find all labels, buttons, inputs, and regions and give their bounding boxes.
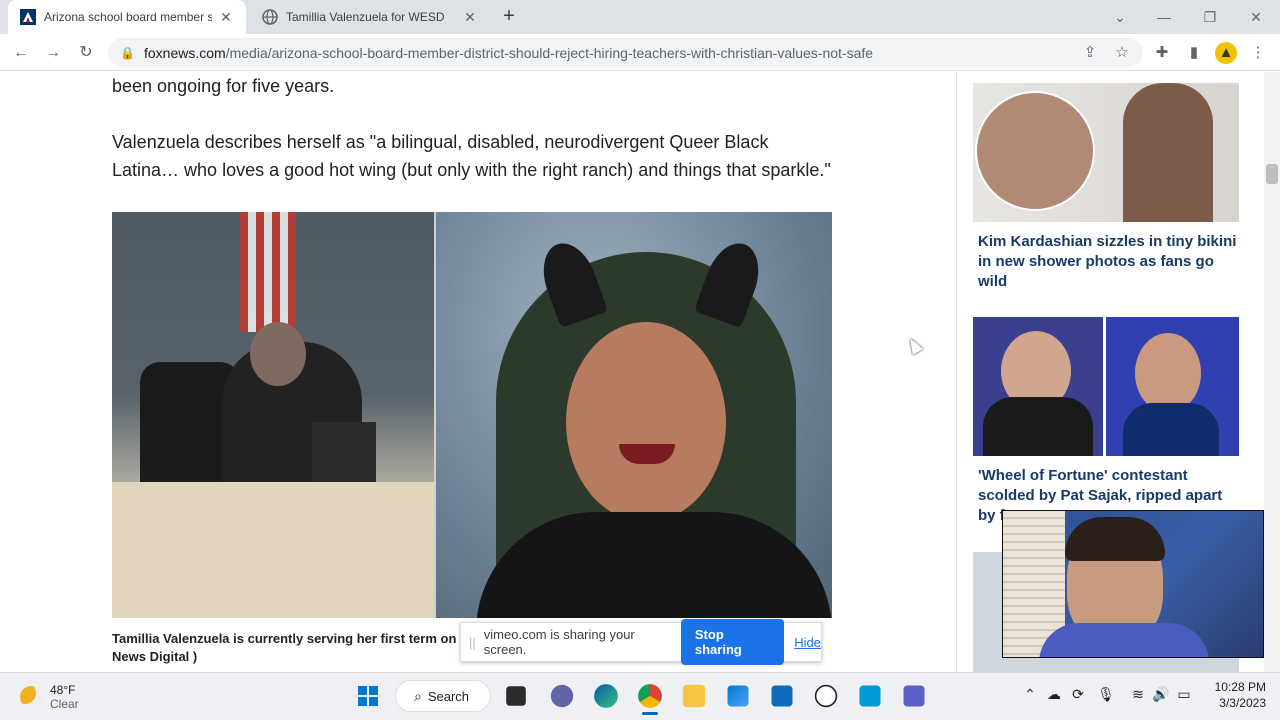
edge-icon[interactable] bbox=[594, 684, 618, 708]
url-host: foxnews.com bbox=[144, 44, 226, 61]
weather-widget[interactable]: 48°F Clear bbox=[20, 680, 79, 714]
tab-close-icon[interactable]: ✕ bbox=[218, 9, 234, 26]
chat-icon[interactable] bbox=[550, 684, 574, 708]
weather-desc: Clear bbox=[50, 697, 79, 711]
tab-search-chevron-icon[interactable]: ⌄ bbox=[1108, 6, 1132, 28]
tab-strip: Arizona school board member sa ✕ Tamilli… bbox=[0, 0, 1280, 34]
url-path: /media/arizona-school-board-member-distr… bbox=[225, 44, 874, 61]
thumb-divider bbox=[1103, 317, 1106, 456]
taskbar-search[interactable]: ⌕ Search bbox=[395, 680, 491, 712]
flag bbox=[240, 212, 296, 332]
address-bar[interactable]: 🔒 foxnews.com/media/arizona-school-board… bbox=[108, 38, 1143, 67]
weather-temp: 48°F bbox=[50, 683, 76, 697]
forward-arrow-icon[interactable]: → bbox=[40, 40, 66, 66]
new-tab-icon[interactable]: + bbox=[498, 6, 520, 28]
restore-icon[interactable]: ❐ bbox=[1198, 6, 1222, 28]
article-photo[interactable] bbox=[112, 212, 832, 618]
foxnews-favicon-icon bbox=[20, 9, 36, 25]
person-head bbox=[250, 322, 306, 386]
scrollbar-thumb[interactable] bbox=[1266, 164, 1278, 184]
sidebar-story-thumbnail[interactable] bbox=[973, 83, 1239, 222]
face bbox=[566, 322, 726, 522]
clock-date: 3/3/2023 bbox=[1219, 696, 1266, 710]
sidebar-story-thumbnail[interactable] bbox=[973, 317, 1239, 456]
teams-icon[interactable] bbox=[903, 685, 925, 707]
presenter-hair bbox=[1065, 517, 1165, 561]
school-board-meeting-image bbox=[112, 212, 434, 618]
webcam-overlay[interactable] bbox=[1002, 510, 1264, 658]
reload-icon[interactable]: ↻ bbox=[73, 40, 99, 66]
search-icon: ⌕ bbox=[414, 687, 422, 704]
share-message: vimeo.com is sharing your screen. bbox=[483, 627, 635, 657]
portrait-image bbox=[436, 212, 832, 618]
article-paragraph: been ongoing for five years. bbox=[112, 76, 335, 96]
sidebar-story-headline[interactable]: Kim Kardashian sizzles in tiny bikini in… bbox=[978, 232, 1240, 292]
desk bbox=[112, 482, 434, 618]
minimize-icon[interactable]: — bbox=[1152, 6, 1176, 28]
store-icon[interactable] bbox=[727, 685, 749, 707]
extensions-puzzle-icon[interactable]: ✚ bbox=[1151, 42, 1173, 64]
page-scrollbar[interactable] bbox=[1264, 72, 1280, 672]
screen-share-bar: || vimeo.com is sharing your screen. Sto… bbox=[460, 619, 822, 665]
hide-link[interactable]: Hide bbox=[794, 635, 821, 650]
wifi-icon[interactable]: ≋ bbox=[1127, 686, 1149, 703]
thumb-contestant-shirt bbox=[1123, 403, 1219, 456]
start-windows-icon[interactable] bbox=[354, 682, 382, 710]
window-close-icon[interactable]: ✕ bbox=[1244, 6, 1268, 28]
lock-icon: 🔒 bbox=[120, 45, 135, 60]
moon-weather-icon bbox=[20, 686, 42, 708]
tab-title: Tamillia Valenzuela for WESD bbox=[286, 10, 445, 24]
tab-article[interactable]: Arizona school board member sa ✕ bbox=[8, 0, 246, 34]
microphone-icon[interactable]: 🎙 bbox=[1095, 686, 1117, 703]
clock-time: 10:28 PM bbox=[1214, 680, 1266, 694]
profile-avatar-icon[interactable]: ▲ bbox=[1215, 42, 1237, 64]
file-explorer-icon[interactable] bbox=[682, 684, 706, 708]
taskbar-search-label: Search bbox=[427, 688, 470, 704]
back-arrow-icon[interactable]: ← bbox=[8, 40, 34, 66]
thumb-figure bbox=[1123, 83, 1213, 222]
side-panel-icon[interactable]: ▮ bbox=[1183, 42, 1205, 64]
globe-icon bbox=[262, 9, 278, 25]
share-icon[interactable]: ⇪ bbox=[1079, 42, 1101, 64]
tab-wesd[interactable]: Tamillia Valenzuela for WESD ✕ bbox=[250, 0, 490, 34]
sidebar-divider bbox=[956, 72, 957, 672]
show-hidden-icons-chevron-icon[interactable]: ⌃ bbox=[1019, 686, 1041, 703]
presenter-shirt bbox=[1039, 623, 1209, 657]
bookmark-star-icon[interactable]: ☆ bbox=[1111, 42, 1133, 64]
chrome-icon[interactable] bbox=[638, 684, 662, 708]
thumb-contestant-face bbox=[1135, 333, 1201, 413]
tab-title: Arizona school board member sa bbox=[44, 10, 212, 24]
drag-handle-icon[interactable]: || bbox=[469, 635, 476, 650]
volume-icon[interactable]: 🔊 bbox=[1150, 686, 1172, 703]
tab-close-icon[interactable]: ✕ bbox=[462, 9, 478, 26]
sync-icon[interactable]: ⟳ bbox=[1067, 686, 1089, 703]
article-paragraph-quote: Valenzuela describes herself as "a bilin… bbox=[112, 132, 831, 180]
battery-icon[interactable]: ▭ bbox=[1173, 686, 1195, 703]
stop-sharing-button[interactable]: Stop sharing bbox=[680, 619, 785, 665]
dell-icon[interactable] bbox=[814, 684, 838, 708]
task-view-icon[interactable] bbox=[506, 686, 526, 706]
menu-kebab-icon[interactable]: ⋮ bbox=[1247, 42, 1269, 64]
browser-toolbar: ← → ↻ 🔒 foxnews.com/media/arizona-school… bbox=[0, 34, 1280, 71]
mail-icon[interactable] bbox=[771, 685, 793, 707]
system-clock[interactable]: 10:28 PM 3/3/2023 bbox=[1208, 679, 1266, 711]
onedrive-cloud-icon[interactable]: ☁ bbox=[1043, 686, 1065, 703]
active-app-indicator bbox=[642, 712, 658, 715]
thumb-portrait bbox=[975, 91, 1095, 211]
cortana-app-icon[interactable] bbox=[859, 685, 881, 707]
thumb-host-suit bbox=[983, 397, 1093, 456]
